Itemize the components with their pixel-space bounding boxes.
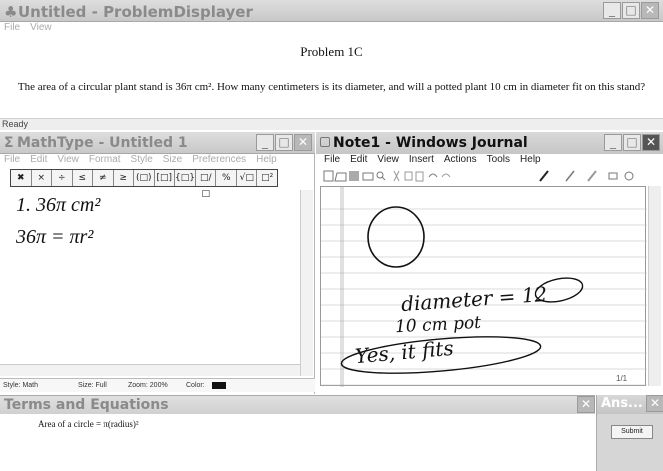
page-number: 1/1 (616, 374, 628, 383)
journal-app-icon (320, 137, 330, 147)
new-note-icon[interactable] (323, 170, 334, 182)
close-button[interactable]: ✕ (294, 134, 312, 151)
minimize-button[interactable]: _ (256, 134, 274, 151)
menu-help[interactable]: Help (256, 154, 277, 168)
problem-displayer-title: Untitled - ProblemDisplayer (18, 3, 253, 21)
tb-button-4[interactable]: ≠ (93, 170, 114, 186)
journal-window: Note1 - Windows Journal _ □ ✕ File Edit … (316, 132, 663, 394)
lasso-icon[interactable] (624, 171, 634, 181)
menu-preferences[interactable]: Preferences (192, 154, 246, 168)
menu-file[interactable]: File (324, 154, 340, 168)
open-icon[interactable] (334, 172, 347, 182)
color-status: Color: (186, 382, 205, 389)
menu-view[interactable]: View (30, 22, 52, 36)
menu-view[interactable]: View (57, 154, 79, 168)
print-icon[interactable] (362, 172, 374, 181)
minimize-button[interactable]: _ (603, 2, 621, 19)
submit-button[interactable]: Submit (611, 425, 653, 439)
menu-style[interactable]: Style (131, 154, 153, 168)
tb-button-8[interactable]: {□} (175, 170, 196, 186)
tb-button-7[interactable]: [□] (155, 170, 175, 186)
math-symbol-toolbar: ✖ × ÷ ≤ ≠ ≥ (□) [□] {□} □/□ % √□ □² (10, 169, 278, 199)
journal-toolbar (323, 170, 634, 182)
horizontal-scrollbar[interactable] (0, 364, 300, 376)
sigma-icon: Σ (4, 135, 14, 151)
problem-text: The area of a circular plant stand is 36… (17, 81, 646, 93)
journal-vertical-scrollbar[interactable] (648, 186, 661, 386)
tb-button-0[interactable]: ✖ (11, 170, 32, 186)
tb-button-3[interactable]: ≤ (73, 170, 93, 186)
journal-title: Note1 - Windows Journal (333, 135, 528, 151)
copy-icon[interactable] (404, 171, 413, 181)
close-button[interactable]: ✕ (577, 396, 595, 413)
answer-panel: Ans... ✕ Submit (596, 395, 663, 471)
style-status: Style: Math (3, 382, 39, 389)
menu-insert[interactable]: Insert (409, 154, 434, 168)
problem-displayer-menubar: File View (0, 22, 663, 36)
color-swatch (212, 382, 226, 389)
answer-titlebar[interactable]: Ans... ✕ (597, 395, 663, 414)
pen-alt-icon[interactable] (565, 170, 575, 182)
tb-button-9[interactable]: □/□ (196, 170, 217, 199)
menu-help[interactable]: Help (520, 154, 541, 168)
menu-view[interactable]: View (377, 154, 399, 168)
eraser-icon[interactable] (608, 172, 618, 180)
close-button[interactable]: ✕ (641, 2, 659, 19)
maximize-button[interactable]: □ (622, 2, 640, 19)
highlighter-icon[interactable] (587, 170, 597, 182)
pen-icon[interactable] (539, 170, 549, 182)
tb-button-11[interactable]: √□ (237, 170, 258, 186)
menu-format[interactable]: Format (89, 154, 121, 168)
problem-heading: Problem 1C (300, 44, 363, 59)
journal-titlebar[interactable]: Note1 - Windows Journal _ □ ✕ (316, 132, 663, 154)
mathtype-window: Σ MathType - Untitled 1 _ □ ✕ File Edit … (0, 132, 315, 394)
area-formula: Area of a circle = π(radius)² (38, 419, 139, 429)
mathtype-statusbar: Style: Math Size: Full Zoom: 200% Color: (0, 378, 315, 392)
answer-title: Ans... (601, 396, 643, 411)
mathtype-menubar: File Edit View Format Style Size Prefere… (0, 154, 315, 168)
tb-button-5[interactable]: ≥ (114, 170, 134, 186)
menu-tools[interactable]: Tools (487, 154, 510, 168)
save-icon[interactable] (349, 171, 359, 181)
ink-circle-drawing (367, 206, 425, 268)
problem-displayer-titlebar[interactable]: ♣ Untitled - ProblemDisplayer _ □ ✕ (0, 0, 663, 22)
app-icon: ♣ (4, 3, 18, 21)
tb-button-10[interactable]: % (216, 170, 237, 186)
menu-file[interactable]: File (4, 22, 20, 36)
terms-equations-panel: Terms and Equations ✕ Area of a circle =… (0, 395, 595, 471)
menu-size[interactable]: Size (163, 154, 182, 168)
zoom-status: Zoom: 200% (128, 382, 168, 389)
undo-icon[interactable] (428, 173, 438, 178)
size-status: Size: Full (78, 382, 107, 389)
tb-button-12[interactable]: □² (257, 170, 277, 186)
redo-icon[interactable] (441, 173, 451, 178)
minimize-button[interactable]: _ (604, 134, 622, 151)
mathtype-titlebar[interactable]: Σ MathType - Untitled 1 _ □ ✕ (0, 132, 315, 154)
menu-edit[interactable]: Edit (350, 154, 367, 168)
status-bar: Ready (0, 118, 663, 130)
tb-button-1[interactable]: × (32, 170, 52, 186)
equation-line-1[interactable]: 1. 36π cm² (16, 194, 100, 217)
close-button[interactable]: ✕ (642, 134, 660, 151)
terms-title: Terms and Equations (4, 397, 169, 413)
paste-icon[interactable] (415, 171, 424, 182)
vertical-scrollbar[interactable] (300, 190, 313, 376)
maximize-button[interactable]: □ (623, 134, 641, 151)
equation-line-2[interactable]: 36π = πr² (16, 226, 93, 249)
mathtype-title: MathType - Untitled 1 (17, 135, 188, 151)
journal-note-page[interactable]: diameter = 12 10 cm pot Yes, it fits (320, 186, 647, 387)
tb-button-2[interactable]: ÷ (52, 170, 73, 186)
menu-file[interactable]: File (4, 154, 20, 168)
tb-button-6[interactable]: (□) (134, 170, 155, 186)
cut-icon[interactable] (393, 170, 400, 182)
problem-displayer-window: ♣ Untitled - ProblemDisplayer _ □ ✕ File… (0, 0, 663, 130)
journal-menubar: File Edit View Insert Actions Tools Help (316, 154, 663, 168)
find-icon[interactable] (376, 171, 386, 181)
maximize-button[interactable]: □ (275, 134, 293, 151)
terms-titlebar[interactable]: Terms and Equations ✕ (0, 395, 595, 414)
menu-edit[interactable]: Edit (30, 154, 47, 168)
menu-actions[interactable]: Actions (444, 154, 477, 168)
close-button[interactable]: ✕ (646, 395, 663, 412)
